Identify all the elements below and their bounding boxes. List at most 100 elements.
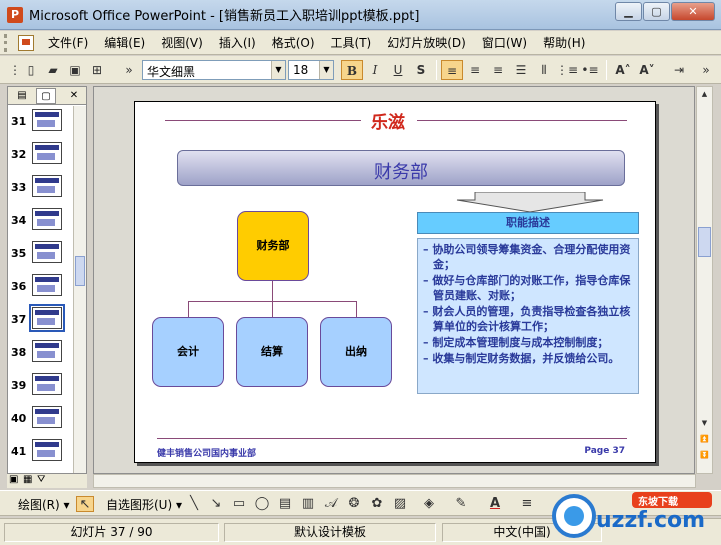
slides-tab-icon[interactable]: ▢ bbox=[36, 88, 56, 104]
thumbnail-row[interactable]: 33 bbox=[8, 172, 74, 202]
close-icon[interactable]: ✕ bbox=[671, 2, 715, 21]
underline-button[interactable]: U bbox=[387, 60, 409, 80]
chevron-down-icon[interactable]: ▼ bbox=[271, 61, 285, 79]
toolbar-grip[interactable] bbox=[4, 33, 16, 52]
textbox-icon[interactable]: ▤ bbox=[276, 496, 294, 512]
shadow-button[interactable]: S bbox=[410, 60, 432, 80]
menu-edit[interactable]: 编辑(E) bbox=[96, 34, 153, 51]
decrease-font-icon[interactable]: A˅ bbox=[636, 60, 658, 80]
select-pointer-icon[interactable]: ↖ bbox=[76, 496, 94, 512]
scroll-up-icon[interactable]: ▲ bbox=[698, 88, 711, 101]
slide-thumbnail[interactable] bbox=[32, 439, 62, 461]
slide-thumbnail[interactable] bbox=[32, 241, 62, 263]
picture-icon[interactable]: ▨ bbox=[391, 496, 409, 512]
autoshapes-menu-button[interactable]: 自选图形(U) ▾ bbox=[106, 496, 182, 513]
slide-title-box[interactable]: 财务部 bbox=[177, 150, 625, 186]
menu-slideshow[interactable]: 幻灯片放映(D) bbox=[379, 34, 474, 51]
org-child-box[interactable]: 会计 bbox=[152, 317, 224, 387]
normal-view-icon[interactable]: ▣ bbox=[9, 474, 18, 485]
menu-format[interactable]: 格式(O) bbox=[264, 34, 323, 51]
slideshow-icon[interactable]: ⛛ bbox=[37, 474, 45, 485]
menu-tools[interactable]: 工具(T) bbox=[323, 34, 380, 51]
arrow-icon[interactable]: ↘ bbox=[207, 496, 225, 512]
previous-slide-icon[interactable]: ⏫ bbox=[698, 433, 711, 446]
org-child-box[interactable]: 结算 bbox=[236, 317, 308, 387]
thumbnail-row[interactable]: 32 bbox=[8, 139, 74, 169]
rectangle-icon[interactable]: ▭ bbox=[230, 496, 248, 512]
scroll-down-icon[interactable]: ▼ bbox=[698, 417, 711, 430]
menu-view[interactable]: 视图(V) bbox=[153, 34, 211, 51]
description-box[interactable]: – 协助公司领导筹集资金、合理分配使用资金； – 做好与仓库部门的对账工作，指导… bbox=[417, 238, 639, 394]
diagram-icon[interactable]: ❂ bbox=[345, 496, 363, 512]
minimize-icon[interactable]: ▁ bbox=[615, 2, 642, 21]
close-panel-icon[interactable]: ✕ bbox=[64, 88, 84, 104]
font-size-select[interactable]: 18 ▼ bbox=[288, 60, 334, 80]
thumbnail-row[interactable]: 34 bbox=[8, 205, 74, 235]
thumbnail-row[interactable]: 41 bbox=[8, 436, 74, 466]
thumbnail-row-selected[interactable]: 37 bbox=[8, 304, 74, 334]
line-color-icon[interactable]: ✎ bbox=[452, 496, 470, 512]
justify-icon[interactable]: ☰ bbox=[510, 60, 532, 80]
new-document-icon[interactable]: ▯ bbox=[20, 60, 42, 80]
line-style-icon[interactable]: ≡ bbox=[518, 496, 536, 512]
scrollbar-thumb[interactable] bbox=[75, 256, 85, 286]
clipart-icon[interactable]: ✿ bbox=[368, 496, 386, 512]
watermark-subtext: 东坡下载 bbox=[638, 497, 678, 508]
slide-thumbnail[interactable] bbox=[32, 406, 62, 428]
oval-icon[interactable]: ◯ bbox=[253, 496, 271, 512]
fill-color-icon[interactable]: ◈ bbox=[420, 496, 438, 512]
scrollbar-thumb[interactable] bbox=[698, 227, 711, 257]
bold-button[interactable]: B bbox=[341, 60, 363, 80]
maximize-icon[interactable]: ▢ bbox=[643, 2, 670, 21]
italic-button[interactable]: I bbox=[364, 60, 386, 80]
draw-menu-button[interactable]: 绘图(R) ▾ bbox=[18, 496, 70, 513]
bullets-icon[interactable]: •≡ bbox=[579, 60, 601, 80]
align-center-icon[interactable]: ≡ bbox=[464, 60, 486, 80]
slide-thumbnail[interactable] bbox=[32, 274, 62, 296]
menu-file[interactable]: 文件(F) bbox=[40, 34, 96, 51]
thumbnail-row[interactable]: 35 bbox=[8, 238, 74, 268]
thumbnail-row[interactable]: 36 bbox=[8, 271, 74, 301]
wordart-icon[interactable]: 𝒜 bbox=[322, 496, 340, 512]
outline-tab-icon[interactable]: ▤ bbox=[12, 88, 32, 104]
thumbnail-row[interactable]: 39 bbox=[8, 370, 74, 400]
slide-thumbnail[interactable] bbox=[32, 175, 62, 197]
org-child-box[interactable]: 出纳 bbox=[320, 317, 392, 387]
save-icon[interactable]: ▣ bbox=[64, 60, 86, 80]
slide-thumbnail[interactable] bbox=[32, 142, 62, 164]
thumbnail-row[interactable]: 31 bbox=[8, 106, 74, 136]
menu-window[interactable]: 窗口(W) bbox=[474, 34, 535, 51]
line-icon[interactable]: ╲ bbox=[185, 496, 203, 512]
permission-icon[interactable]: ⊞ bbox=[86, 60, 108, 80]
increase-font-icon[interactable]: A˄ bbox=[612, 60, 634, 80]
slide-vertical-scrollbar[interactable]: ▲ ▼ ⏫ ⏬ bbox=[696, 86, 713, 474]
numbering-icon[interactable]: ⋮≡ bbox=[556, 60, 578, 80]
slide-thumbnail[interactable] bbox=[29, 304, 65, 332]
open-folder-icon[interactable]: ▰ bbox=[42, 60, 64, 80]
slide-thumbnail[interactable] bbox=[32, 340, 62, 362]
thumbnail-scrollbar[interactable] bbox=[73, 106, 86, 473]
indent-icon[interactable]: ⇥ bbox=[668, 60, 690, 80]
slide-thumbnail[interactable] bbox=[32, 208, 62, 230]
thumbnail-row[interactable]: 40 bbox=[8, 403, 74, 433]
thumbnail-row[interactable]: 38 bbox=[8, 337, 74, 367]
menu-help[interactable]: 帮助(H) bbox=[535, 34, 593, 51]
slide-canvas[interactable]: 乐滋 财务部 财务部 会计 结算 出纳 职能描述 – 协助公司领导筹集资金、合理… bbox=[134, 101, 656, 463]
vertical-textbox-icon[interactable]: ▥ bbox=[299, 496, 317, 512]
align-right-icon[interactable]: ≡ bbox=[487, 60, 509, 80]
slide-sorter-icon[interactable]: ▦ bbox=[23, 474, 32, 485]
toolbar-options-icon[interactable]: » bbox=[118, 60, 140, 80]
menu-insert[interactable]: 插入(I) bbox=[211, 34, 264, 51]
font-color-icon[interactable]: A bbox=[486, 496, 504, 512]
toolbar-options-icon[interactable]: » bbox=[695, 60, 717, 80]
chevron-down-icon[interactable]: ▼ bbox=[319, 61, 333, 79]
description-header[interactable]: 职能描述 bbox=[417, 212, 639, 234]
font-name-select[interactable]: 华文细黑 ▼ bbox=[142, 60, 286, 80]
next-slide-icon[interactable]: ⏬ bbox=[698, 449, 711, 462]
org-parent-box[interactable]: 财务部 bbox=[237, 211, 309, 281]
document-icon[interactable] bbox=[18, 34, 34, 51]
align-left-icon[interactable]: ≡ bbox=[441, 60, 463, 80]
slide-thumbnail[interactable] bbox=[32, 373, 62, 395]
slide-thumbnail[interactable] bbox=[32, 109, 62, 131]
vertical-text-icon[interactable]: ⫴ bbox=[533, 60, 555, 80]
